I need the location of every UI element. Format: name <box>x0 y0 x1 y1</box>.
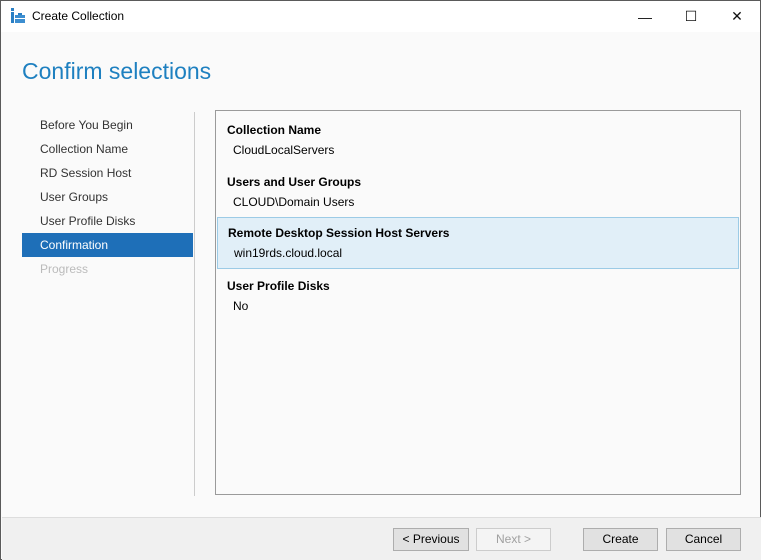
section-heading: Collection Name <box>227 123 322 137</box>
window-title: Create Collection <box>32 9 125 23</box>
close-button[interactable]: ✕ <box>714 1 760 32</box>
section-value: CLOUD\Domain Users <box>233 195 355 209</box>
nav-item-before-you-begin[interactable]: Before You Begin <box>22 113 193 137</box>
section-heading: Users and User Groups <box>227 175 362 189</box>
section-rdsh-servers[interactable]: Remote Desktop Session Host Servers win1… <box>217 217 739 269</box>
section-value: CloudLocalServers <box>233 143 335 157</box>
nav-item-confirmation[interactable]: Confirmation <box>22 233 193 257</box>
previous-button[interactable]: < Previous <box>393 528 469 551</box>
nav-item-collection-name[interactable]: Collection Name <box>22 137 193 161</box>
section-value: win19rds.cloud.local <box>234 246 343 260</box>
create-collection-window: Create Collection — ☐ ✕ Confirm selectio… <box>0 0 761 560</box>
maximize-button[interactable]: ☐ <box>668 1 714 32</box>
nav-item-user-profile-disks[interactable]: User Profile Disks <box>22 209 193 233</box>
page-title: Confirm selections <box>22 58 212 84</box>
minimize-button[interactable]: — <box>622 1 668 32</box>
nav-item-progress: Progress <box>40 262 89 276</box>
cancel-button[interactable]: Cancel <box>666 528 741 551</box>
nav-item-user-groups[interactable]: User Groups <box>22 185 193 209</box>
section-heading: Remote Desktop Session Host Servers <box>228 226 450 240</box>
section-value: No <box>233 299 249 313</box>
section-user-profile-disks[interactable]: User Profile Disks No <box>217 270 739 322</box>
wizard-nav: Before You Begin Collection Name RD Sess… <box>22 113 193 281</box>
section-heading: User Profile Disks <box>227 279 330 293</box>
create-button[interactable]: Create <box>583 528 658 551</box>
section-collection-name[interactable]: Collection Name CloudLocalServers <box>217 114 739 166</box>
next-button: Next > <box>476 528 551 551</box>
section-user-groups[interactable]: Users and User Groups CLOUD\Domain Users <box>217 166 739 218</box>
divider <box>194 112 195 496</box>
nav-item-rd-session-host[interactable]: RD Session Host <box>22 161 193 185</box>
collection-app-icon <box>11 8 25 23</box>
title-bar: Create Collection — ☐ ✕ <box>1 1 760 32</box>
confirmation-panel: Collection Name CloudLocalServers Users … <box>215 110 741 495</box>
